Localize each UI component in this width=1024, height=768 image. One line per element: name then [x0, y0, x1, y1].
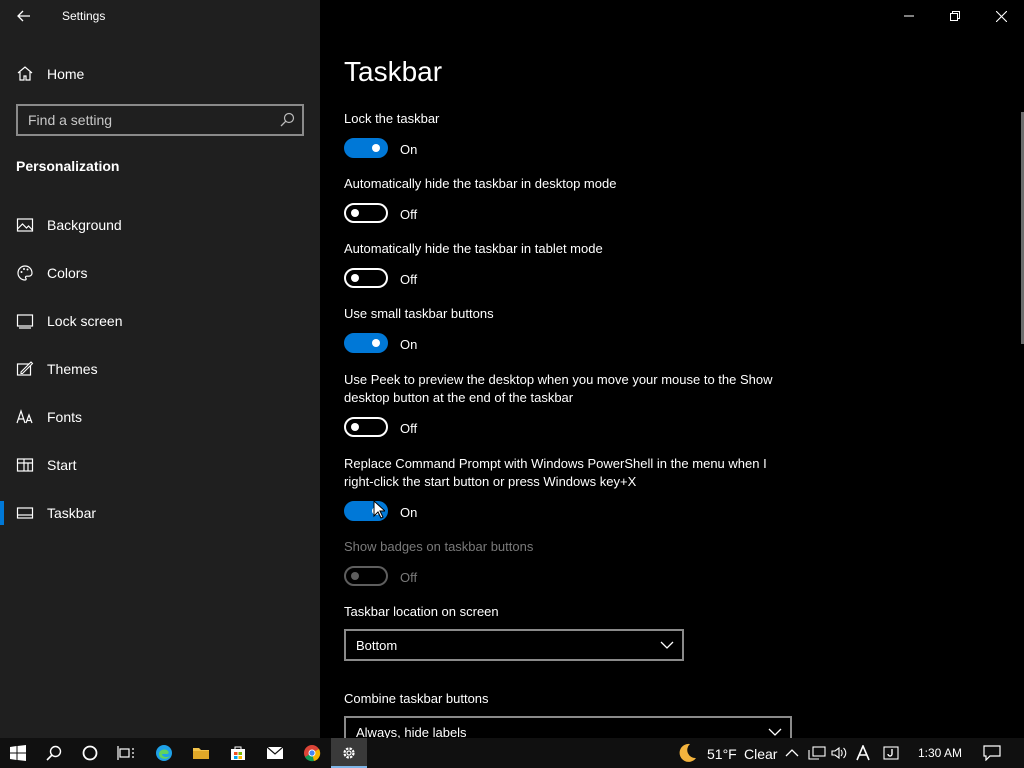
- input-language-icon[interactable]: [856, 745, 870, 761]
- search-icon[interactable]: [279, 112, 295, 128]
- chevron-up-icon[interactable]: [785, 747, 799, 759]
- edge-button[interactable]: [146, 738, 182, 768]
- toggle-state-text: Off: [400, 272, 418, 287]
- gear-icon: [343, 747, 355, 759]
- app-title: Settings: [62, 9, 106, 23]
- sidebar-item-label: Fonts: [47, 409, 83, 425]
- toggle-lock-taskbar[interactable]: [344, 138, 388, 158]
- setting-label-location: Taskbar location on screen: [344, 604, 499, 619]
- file-explorer-button[interactable]: [183, 738, 219, 768]
- toggle-state-text: Off: [400, 421, 418, 436]
- close-icon: [995, 10, 1007, 22]
- dropdown-value: Bottom: [356, 638, 398, 653]
- sidebar-item-label: Themes: [47, 361, 98, 377]
- back-button[interactable]: [10, 4, 38, 28]
- setting-label-small-buttons: Use small taskbar buttons: [344, 306, 494, 321]
- sidebar-item-start[interactable]: Start: [0, 445, 320, 485]
- toggle-autohide-desktop[interactable]: [344, 203, 388, 223]
- network-icon[interactable]: [808, 746, 826, 760]
- chevron-down-icon: [768, 728, 782, 736]
- search-box[interactable]: [16, 104, 304, 136]
- sidebar-item-colors[interactable]: Colors: [0, 253, 320, 293]
- mail-button[interactable]: [257, 738, 293, 768]
- clock[interactable]: 1:30 AM: [918, 746, 962, 760]
- close-button[interactable]: [978, 0, 1024, 32]
- main-content: Taskbar Lock the taskbar On Automaticall…: [320, 0, 1024, 748]
- section-title: Personalization: [16, 158, 120, 174]
- moon-weather-icon[interactable]: [676, 742, 698, 764]
- lock-screen-icon: [16, 314, 34, 329]
- restore-icon: [950, 11, 960, 21]
- setting-label-autohide-desktop: Automatically hide the taskbar in deskto…: [344, 176, 617, 191]
- setting-label-powershell: Replace Command Prompt with Windows Powe…: [344, 456, 767, 489]
- sidebar-item-label: Start: [47, 457, 77, 473]
- volume-icon[interactable]: [831, 746, 847, 760]
- sidebar-item-home[interactable]: Home: [0, 58, 320, 88]
- store-button[interactable]: [220, 738, 256, 768]
- sidebar-item-background[interactable]: Background: [0, 205, 320, 245]
- fonts-icon: [16, 409, 33, 424]
- toggle-state-text: Off: [400, 570, 418, 585]
- taskbar-icon: [16, 507, 34, 519]
- notification-icon[interactable]: [983, 745, 1001, 761]
- toggle-state-text: On: [400, 337, 418, 352]
- themes-icon: [16, 361, 34, 376]
- location-dropdown[interactable]: Bottom: [344, 629, 684, 661]
- minimize-icon: [904, 15, 914, 17]
- search-icon: [46, 745, 62, 761]
- toggle-state-text: On: [400, 505, 418, 520]
- toggle-autohide-tablet[interactable]: [344, 268, 388, 288]
- taskbar-search-button[interactable]: [36, 738, 72, 768]
- start-button[interactable]: [0, 738, 36, 768]
- settings-taskbar-button[interactable]: [331, 738, 367, 768]
- sidebar-item-themes[interactable]: Themes: [0, 349, 320, 389]
- mail-icon: [266, 746, 284, 759]
- windows-logo-icon: [10, 745, 26, 761]
- toggle-small-buttons[interactable]: [344, 333, 388, 353]
- weather-description[interactable]: Clear: [744, 746, 777, 762]
- chrome-browser-icon: [304, 745, 321, 762]
- sidebar-item-label: Taskbar: [47, 505, 97, 521]
- setting-label-combine: Combine taskbar buttons: [344, 691, 489, 706]
- palette-icon: [17, 265, 33, 281]
- sidebar-item-label: Home: [47, 66, 85, 82]
- arrow-left-icon: [17, 10, 30, 22]
- setting-label-lock-taskbar: Lock the taskbar: [344, 111, 440, 126]
- sidebar-item-label: Background: [47, 217, 122, 233]
- restore-button[interactable]: [932, 0, 978, 32]
- toggle-state-text: On: [400, 142, 418, 157]
- cortana-icon: [82, 745, 98, 761]
- sidebar-item-fonts[interactable]: Fonts: [0, 397, 320, 437]
- weather-temperature[interactable]: 51°F: [707, 746, 737, 762]
- setting-label-autohide-tablet: Automatically hide the taskbar in tablet…: [344, 241, 603, 256]
- chevron-down-icon: [660, 641, 674, 649]
- cortana-button[interactable]: [72, 738, 108, 768]
- setting-label-peek: Use Peek to preview the desktop when you…: [344, 372, 773, 405]
- windows-taskbar: 51°F Clear 1:30 AM: [0, 738, 1024, 768]
- ime-icon[interactable]: [883, 746, 899, 760]
- toggle-state-text: Off: [400, 207, 418, 222]
- task-view-button[interactable]: [108, 738, 144, 768]
- sidebar-item-lock-screen[interactable]: Lock screen: [0, 301, 320, 341]
- chrome-button[interactable]: [294, 738, 330, 768]
- search-input[interactable]: [18, 106, 272, 134]
- toggle-badges: [344, 566, 388, 586]
- sidebar-item-label: Lock screen: [47, 313, 123, 329]
- task-view-icon: [117, 746, 134, 760]
- mouse-cursor-icon: [373, 500, 385, 519]
- home-icon: [17, 66, 33, 81]
- store-icon: [231, 746, 245, 760]
- settings-sidebar: Settings Home Personalization Background…: [0, 0, 320, 738]
- picture-icon: [16, 218, 34, 232]
- sidebar-item-taskbar[interactable]: Taskbar: [0, 493, 320, 533]
- setting-label-badges: Show badges on taskbar buttons: [344, 539, 534, 554]
- start-icon: [16, 458, 34, 472]
- toggle-peek[interactable]: [344, 417, 388, 437]
- page-title: Taskbar: [344, 56, 443, 87]
- minimize-button[interactable]: [886, 0, 932, 32]
- edge-browser-icon: [156, 745, 172, 761]
- sidebar-item-label: Colors: [47, 265, 88, 281]
- folder-icon: [193, 748, 209, 759]
